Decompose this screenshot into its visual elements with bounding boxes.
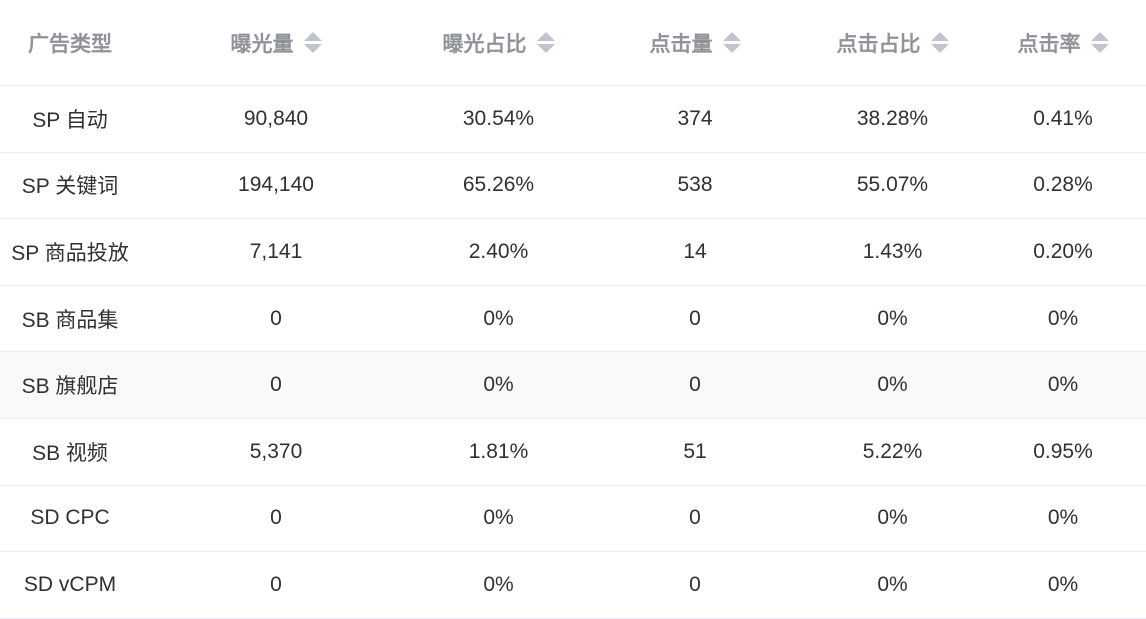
cell-clicks: 538 — [677, 173, 713, 197]
cell-ad-type: SD CPC — [30, 506, 110, 530]
cell-impressions: 0 — [270, 306, 282, 330]
cell-click-share: 0% — [877, 572, 908, 596]
column-header-clicks[interactable]: 点击量 — [585, 0, 805, 85]
column-header-label: 点击量 — [649, 32, 713, 56]
column-header-label: 曝光占比 — [442, 32, 527, 56]
cell-impression-share: 2.40% — [468, 239, 529, 263]
cell-click-share: 0% — [877, 306, 908, 330]
cell-impression-share: 0% — [483, 306, 514, 330]
cell-click-share: 0% — [877, 373, 908, 397]
sort-icon[interactable] — [930, 32, 949, 53]
cell-impression-share: 0% — [483, 572, 514, 596]
cell-ctr: 0.41% — [1033, 106, 1093, 130]
cell-ad-type: SP 关键词 — [21, 175, 119, 199]
sort-ascending-icon[interactable] — [303, 32, 322, 41]
sort-descending-icon[interactable] — [303, 44, 322, 53]
sort-descending-icon[interactable] — [536, 44, 555, 53]
cell-click-share: 0% — [877, 506, 908, 530]
sort-descending-icon[interactable] — [1090, 44, 1109, 53]
table-header: 广告类型 曝光量 曝光占比 点击量 点击占比 点击率 — [0, 0, 1146, 86]
sort-icon[interactable] — [1090, 32, 1109, 53]
sort-ascending-icon[interactable] — [930, 32, 949, 41]
table-row[interactable]: SB 视频 5,370 1.81% 51 5.22% 0.95% — [0, 419, 1146, 486]
cell-impressions: 0 — [270, 373, 282, 397]
table-row[interactable]: SP 关键词 194,140 65.26% 538 55.07% 0.28% — [0, 153, 1146, 220]
column-header-impression-share[interactable]: 曝光占比 — [412, 0, 585, 85]
cell-ctr: 0% — [1047, 506, 1079, 530]
cell-ad-type: SP 商品投放 — [11, 241, 129, 265]
cell-ad-type: SB 商品集 — [21, 308, 119, 332]
column-header-click-share[interactable]: 点击占比 — [805, 0, 980, 85]
cell-impressions: 90,840 — [243, 106, 309, 130]
table-row[interactable]: SD CPC 0 0% 0 0% 0% — [0, 486, 1146, 553]
cell-ctr: 0.95% — [1033, 439, 1093, 463]
cell-impression-share: 1.81% — [468, 439, 529, 463]
cell-ad-type: SB 视频 — [32, 441, 108, 465]
column-header-ad-type: 广告类型 — [0, 0, 140, 85]
column-header-impressions[interactable]: 曝光量 — [140, 0, 412, 85]
cell-clicks: 14 — [683, 239, 707, 263]
cell-click-share: 38.28% — [856, 106, 929, 130]
sort-ascending-icon[interactable] — [722, 32, 741, 41]
table-row[interactable]: SD vCPM 0 0% 0 0% 0% — [0, 552, 1146, 619]
sort-icon[interactable] — [303, 32, 322, 53]
cell-ctr: 0% — [1047, 373, 1079, 397]
cell-ctr: 0.20% — [1033, 239, 1093, 263]
cell-clicks: 0 — [689, 572, 701, 596]
cell-clicks: 51 — [683, 439, 707, 463]
column-header-label: 曝光量 — [230, 32, 294, 56]
sort-descending-icon[interactable] — [930, 44, 949, 53]
sort-ascending-icon[interactable] — [536, 32, 555, 41]
sort-descending-icon[interactable] — [722, 44, 741, 53]
table-row[interactable]: SB 商品集 0 0% 0 0% 0% — [0, 286, 1146, 353]
cell-impression-share: 0% — [483, 506, 514, 530]
cell-impressions: 5,370 — [249, 439, 303, 463]
cell-ctr: 0% — [1047, 572, 1079, 596]
column-header-label: 点击占比 — [836, 32, 921, 56]
cell-impression-share: 0% — [483, 373, 514, 397]
sort-icon[interactable] — [536, 32, 555, 53]
cell-ad-type: SP 自动 — [32, 108, 108, 132]
cell-impressions: 0 — [270, 506, 282, 530]
cell-clicks: 0 — [689, 506, 701, 530]
cell-ctr: 0% — [1047, 306, 1079, 330]
cell-impressions: 0 — [270, 572, 282, 596]
cell-ad-type: SD vCPM — [23, 572, 117, 596]
cell-impressions: 194,140 — [238, 173, 314, 197]
table-body: SP 自动 90,840 30.54% 374 38.28% 0.41% SP 关键词 194… — [0, 86, 1146, 619]
sort-ascending-icon[interactable] — [1090, 32, 1109, 41]
cell-clicks: 0 — [689, 373, 701, 397]
table-row[interactable]: SB 旗舰店 0 0% 0 0% 0% — [0, 352, 1146, 419]
column-header-label: 点击率 — [1017, 32, 1081, 56]
table-row[interactable]: SP 自动 90,840 30.54% 374 38.28% 0.41% — [0, 86, 1146, 153]
sort-icon[interactable] — [722, 32, 741, 53]
column-header-label: 广告类型 — [28, 32, 112, 56]
cell-clicks: 374 — [677, 106, 713, 130]
cell-impressions: 7,141 — [249, 239, 303, 263]
cell-clicks: 0 — [689, 306, 701, 330]
cell-impression-share: 65.26% — [462, 173, 535, 197]
cell-ctr: 0.28% — [1033, 173, 1093, 197]
table-row[interactable]: SP 商品投放 7,141 2.40% 14 1.43% 0.20% — [0, 219, 1146, 286]
cell-click-share: 55.07% — [856, 173, 929, 197]
cell-click-share: 1.43% — [862, 239, 923, 263]
cell-ad-type: SB 旗舰店 — [21, 375, 119, 399]
cell-click-share: 5.22% — [862, 439, 923, 463]
column-header-ctr[interactable]: 点击率 — [980, 0, 1146, 85]
cell-impression-share: 30.54% — [462, 106, 535, 130]
ad-type-table: 广告类型 曝光量 曝光占比 点击量 点击占比 点击率 SP 自动 90,840 30… — [0, 0, 1146, 619]
